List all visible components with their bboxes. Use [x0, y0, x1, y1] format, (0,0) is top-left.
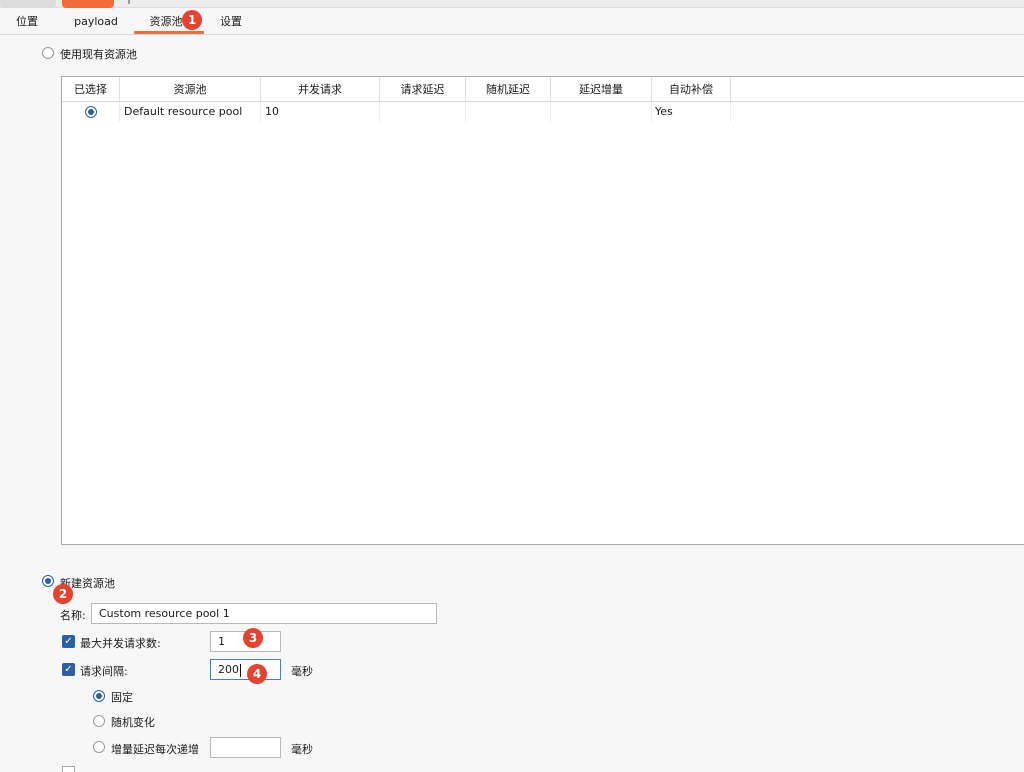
- pool-name-input[interactable]: Custom resource pool 1: [91, 603, 437, 624]
- col-auto-backoff[interactable]: 自动补偿: [652, 77, 731, 102]
- table-row[interactable]: Default resource pool 10 Yes: [62, 102, 1024, 122]
- cut-off-checkbox[interactable]: [62, 766, 75, 772]
- text-caret: [240, 663, 241, 677]
- use-existing-pool-radio[interactable]: [42, 47, 54, 59]
- cell-auto-backoff: Yes: [652, 102, 731, 122]
- window-top-strip: [0, 0, 1024, 8]
- annotation-badge-4: 4: [247, 664, 267, 684]
- col-concurrent[interactable]: 并发请求: [261, 77, 380, 102]
- fixed-interval-label: 固定: [111, 691, 133, 704]
- tab-payload[interactable]: payload: [68, 9, 124, 34]
- increment-delay-label: 增量延迟每次递增: [111, 743, 199, 756]
- active-tab-indicator: [134, 31, 204, 34]
- create-new-pool-radio[interactable]: [42, 575, 54, 587]
- cell-request-delay: [380, 102, 466, 122]
- cell-delay-increment: [551, 102, 652, 122]
- top-tab-inactive[interactable]: [0, 0, 56, 8]
- max-concurrent-label: 最大并发请求数:: [80, 637, 161, 650]
- random-variation-label: 随机变化: [111, 716, 155, 729]
- request-interval-unit: 毫秒: [291, 665, 313, 678]
- use-existing-pool-label: 使用现有资源池: [60, 48, 137, 61]
- annotation-badge-3: 3: [243, 628, 263, 648]
- cell-pool-name: Default resource pool: [120, 102, 261, 122]
- request-interval-input[interactable]: 200: [210, 659, 281, 680]
- top-tab-active[interactable]: [62, 0, 114, 8]
- random-variation-radio[interactable]: [93, 715, 105, 727]
- request-interval-checkbox[interactable]: ✓: [62, 663, 75, 676]
- cell-concurrent: 10: [261, 102, 380, 122]
- fixed-interval-radio[interactable]: [93, 690, 105, 702]
- row-select-cell[interactable]: [62, 102, 120, 122]
- top-divider: [128, 0, 130, 4]
- col-random-delay[interactable]: 随机延迟: [466, 77, 551, 102]
- cell-random-delay: [466, 102, 551, 122]
- tab-bar: 位置 payload 资源池 设置: [0, 9, 1024, 35]
- increment-delay-unit: 毫秒: [291, 743, 313, 756]
- annotation-badge-1: 1: [182, 10, 202, 30]
- request-interval-label: 请求间隔:: [80, 665, 128, 678]
- col-request-delay[interactable]: 请求延迟: [380, 77, 466, 102]
- request-interval-value: 200: [218, 663, 239, 676]
- table-header: 已选择 资源池 并发请求 请求延迟 随机延迟 延迟增量 自动补偿: [62, 77, 1024, 102]
- row-selected-radio[interactable]: [85, 106, 97, 118]
- max-concurrent-checkbox[interactable]: ✓: [62, 635, 75, 648]
- tab-settings[interactable]: 设置: [216, 9, 246, 34]
- increment-delay-radio[interactable]: [93, 741, 105, 753]
- resource-pool-table: 已选择 资源池 并发请求 请求延迟 随机延迟 延迟增量 自动补偿 Default…: [61, 76, 1024, 545]
- col-delay-increment[interactable]: 延迟增量: [551, 77, 652, 102]
- pool-name-label: 名称:: [60, 609, 86, 622]
- col-selected[interactable]: 已选择: [62, 77, 120, 102]
- tab-positions[interactable]: 位置: [12, 9, 42, 34]
- col-pool-name[interactable]: 资源池: [120, 77, 261, 102]
- annotation-badge-2: 2: [53, 584, 73, 604]
- increment-delay-input[interactable]: [210, 737, 281, 758]
